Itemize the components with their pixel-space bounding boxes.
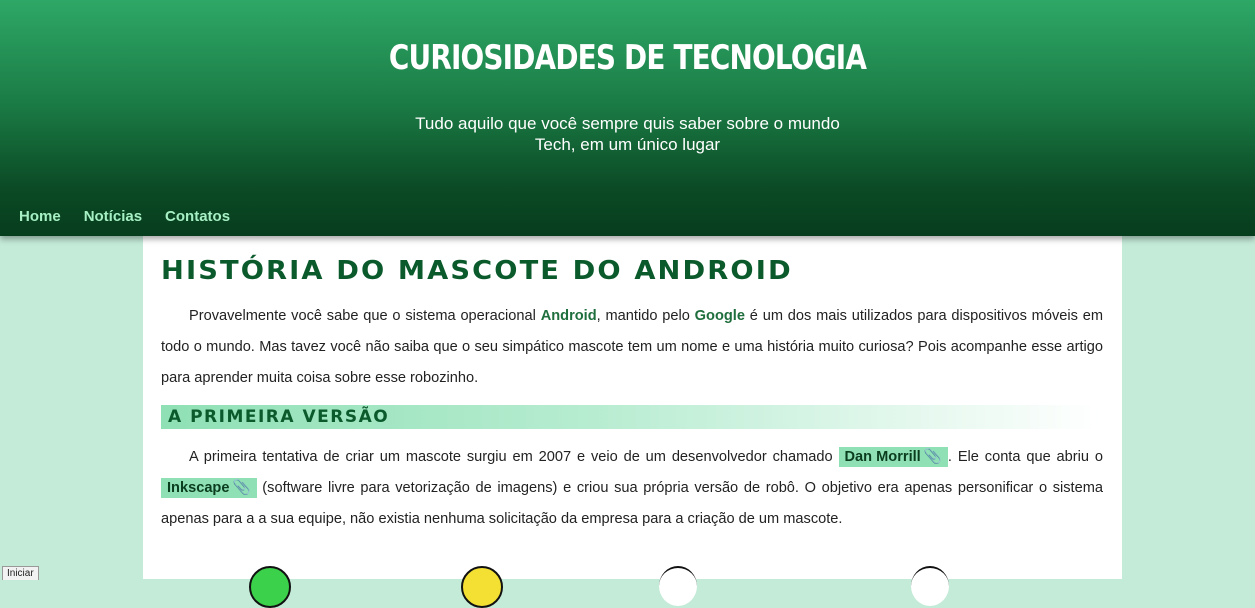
site-header: CURIOSIDADES DE TECNOLOGIA Tudo aquilo q… (0, 0, 1255, 236)
green-android-figure (249, 566, 291, 608)
outline-android-figure-2 (911, 566, 949, 606)
nav-news-link[interactable]: Notícias (84, 208, 142, 225)
main-nav: Home Notícias Contatos (19, 208, 253, 225)
paperclip-icon: 📎 (232, 480, 251, 496)
subtitle-line-2: Tech, em um único lugar (534, 135, 721, 154)
mascot-figures-row (143, 566, 1122, 608)
status-bar: Iniciar (2, 566, 39, 580)
site-title: CURIOSIDADES DE TECNOLOGIA (388, 38, 867, 78)
article-title: História do mascote do Android (161, 256, 793, 286)
section-text-1: A primeira tentativa de criar um mascote… (189, 449, 839, 465)
nav-contacts-link[interactable]: Contatos (165, 208, 230, 225)
paperclip-icon: 📎 (923, 449, 942, 465)
article-container: História do mascote do Android Provavelm… (143, 236, 1122, 608)
intro-text-2: , mantido pelo (596, 308, 695, 324)
dan-morrill-link[interactable]: Dan Morrill 📎 (838, 447, 948, 467)
section-paragraph: A primeira tentativa de criar um mascote… (161, 442, 1103, 535)
inkscape-link-label: Inkscape (167, 480, 230, 496)
inkscape-link[interactable]: Inkscape 📎 (161, 478, 257, 498)
site-subtitle: Tudo aquilo que você sempre quis saber s… (0, 113, 1255, 155)
dan-morrill-link-label: Dan Morrill (844, 449, 921, 465)
yellow-android-figure (461, 566, 503, 608)
nav-home-link[interactable]: Home (19, 208, 61, 225)
intro-paragraph: Provavelmente você sabe que o sistema op… (161, 301, 1103, 394)
section-title: A primeira versão (168, 407, 390, 427)
outline-android-figure (659, 566, 697, 606)
google-highlight: Google (694, 308, 745, 324)
section-header-band: A primeira versão (161, 405, 1101, 429)
intro-text-1: Provavelmente você sabe que o sistema op… (189, 308, 541, 324)
section-text-3: (software livre para vetorização de imag… (161, 480, 1103, 527)
subtitle-line-1: Tudo aquilo que você sempre quis saber s… (415, 114, 840, 133)
android-highlight: Android (540, 308, 597, 324)
section-text-2: . Ele conta que abriu o (947, 449, 1103, 465)
